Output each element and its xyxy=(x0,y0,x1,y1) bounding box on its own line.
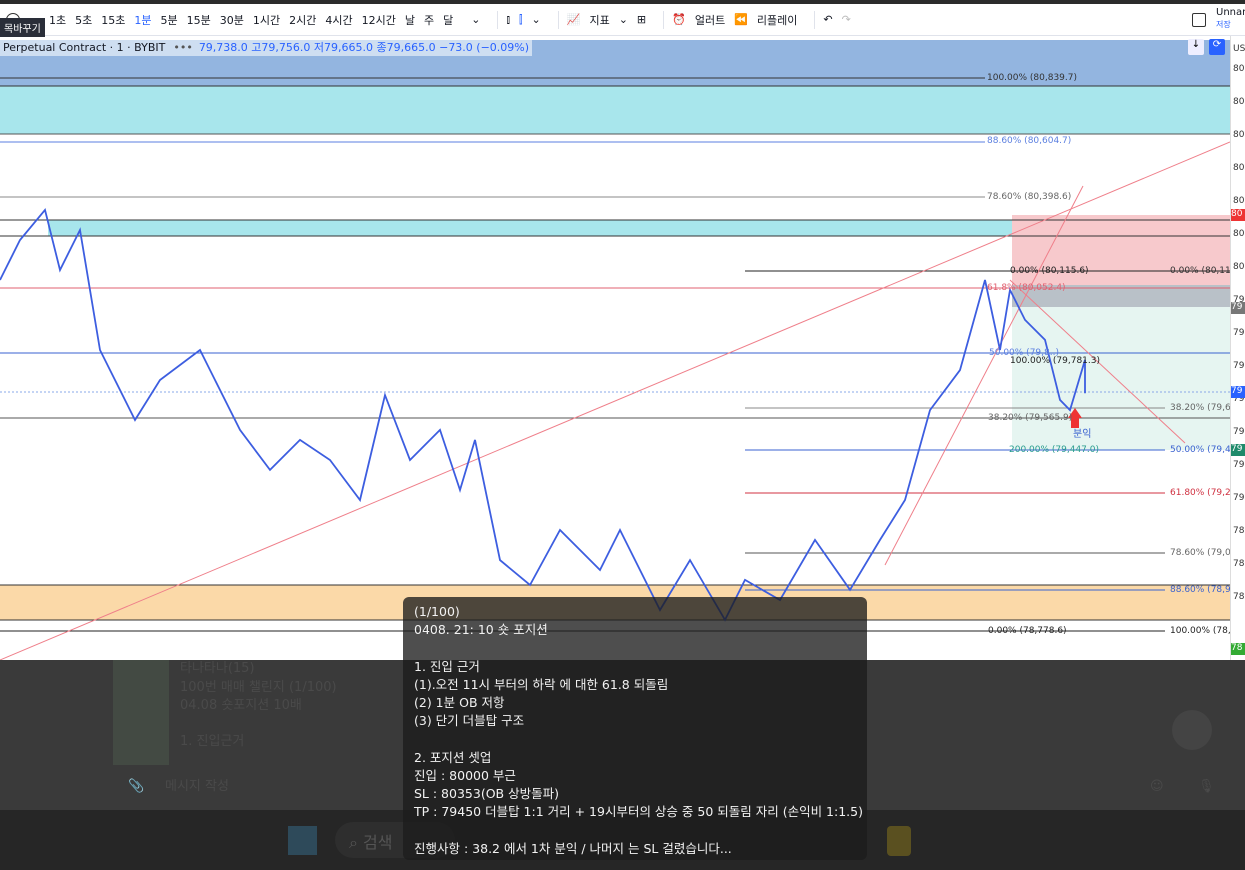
axis-label: 78 xyxy=(1233,526,1245,536)
more-icon[interactable]: ••• xyxy=(173,41,192,54)
fib-label: 0.00% (80,115.6) xyxy=(1010,266,1089,276)
interval-5[interactable]: 15분 xyxy=(187,12,211,28)
redo-icon[interactable]: ↷ xyxy=(842,13,851,26)
axis-label: 79 xyxy=(1233,328,1245,338)
sync-button[interactable]: ⟳ xyxy=(1209,39,1225,55)
fib-label: 88.60% (80,604.7) xyxy=(987,136,1072,146)
kakaotalk-icon[interactable] xyxy=(887,826,911,856)
chat-line: 100번 매매 챌린지 (1/100) xyxy=(180,680,337,695)
axis-label: 80 xyxy=(1233,64,1245,74)
chevron-down-icon[interactable]: ⌄ xyxy=(471,13,480,26)
ohlc-values: 79,738.0 고79,756.0 저79,665.0 종79,665.0 −… xyxy=(198,41,530,54)
windows-start-icon[interactable] xyxy=(288,826,317,855)
axis-label: 79 xyxy=(1233,460,1245,470)
axis-label: 78 xyxy=(1233,592,1245,602)
price-chart[interactable]: 100.00% (80,839.7) 88.60% (80,604.7) 78.… xyxy=(0,36,1230,660)
fib-label: 88.60% (78,932 xyxy=(1170,585,1230,595)
chevron-down-icon[interactable]: ⌄ xyxy=(619,13,628,26)
fib-label: 38.20% (79,565.9) xyxy=(988,413,1073,423)
price-tag: 78 xyxy=(1231,643,1245,655)
divider xyxy=(557,10,559,29)
target-zone xyxy=(1012,307,1230,450)
currency-label: US xyxy=(1233,44,1245,54)
chart-toolbar: 1초 5초 15초 1분 5분 15분 30분 1시간 2시간 4시간 12시간 날 주 달 ⌄ ⫾ ⫿ … xyxy=(0,4,1245,36)
axis-label: 80 xyxy=(1233,196,1245,206)
candle-style-icon[interactable]: ⫿ xyxy=(519,13,523,27)
interval-1[interactable]: 5초 xyxy=(75,12,92,28)
axis-label: 80 xyxy=(1233,97,1245,107)
caption-popup: (1/100) 0408. 21: 10 숏 포지션 1. 진입 근거 (1).… xyxy=(403,597,867,860)
fib-label: 78.60% (79,065 xyxy=(1170,548,1230,558)
interval-10[interactable]: 12시간 xyxy=(362,12,396,28)
axis-label: 79 xyxy=(1233,361,1245,371)
fib-label: 61.8% (80,052.4) xyxy=(987,283,1066,293)
layout-grid-icon[interactable]: ⊞ xyxy=(637,13,646,26)
price-tag: 79 xyxy=(1231,302,1245,314)
fib-label: 61.80% (79,290 xyxy=(1170,488,1230,498)
interval-9[interactable]: 4시간 xyxy=(325,12,352,28)
fib-label: 78.60% (80,398.6) xyxy=(987,192,1072,202)
fib-label: 38.20% (79,605 xyxy=(1170,403,1230,413)
layout-name[interactable]: Unnam저장 xyxy=(1216,7,1245,31)
scroll-down-chat-button[interactable] xyxy=(1172,710,1212,750)
chat-line: 04.08 숏포지션 10배 xyxy=(180,698,302,713)
fib-label: 100.00% (78,78 xyxy=(1170,626,1230,636)
axis-label: 78 xyxy=(1233,559,1245,569)
interval-7[interactable]: 1시간 xyxy=(253,12,280,28)
emoji-icon[interactable]: ☺ xyxy=(1150,778,1164,796)
fib-label: 100.00% (79,781.3) xyxy=(1010,356,1101,366)
microphone-icon[interactable]: 🎙 xyxy=(1198,778,1215,796)
undo-icon[interactable]: ↶ xyxy=(823,13,832,26)
divider xyxy=(814,10,816,29)
axis-label: 80 xyxy=(1233,130,1245,140)
fib-label: 50.00% (79,447 xyxy=(1170,445,1230,455)
bar-style-icon[interactable]: ⫾ xyxy=(506,13,510,27)
scroll-down-button[interactable]: ↓ xyxy=(1188,39,1204,55)
symbol-legend: Perpetual Contract · 1 · BYBIT ••• 79,73… xyxy=(0,38,533,56)
fib-label: 0.00% (78,778.6) xyxy=(988,626,1067,636)
interval-8[interactable]: 2시간 xyxy=(289,12,316,28)
rewind-icon[interactable]: ⏪ xyxy=(734,13,748,26)
attach-icon[interactable]: 📎 xyxy=(128,778,144,796)
price-tag: 79 xyxy=(1231,444,1245,456)
price-axis[interactable]: US 80 80 80 80 80 80 80 79 79 79 79 79 79 79 78 78 78 xyxy=(1230,36,1245,660)
interval-4[interactable]: 5분 xyxy=(161,12,178,28)
fib-label: 200.00% (79,447.0) xyxy=(1009,445,1100,455)
chat-sender: 타나타나(15) xyxy=(180,661,255,676)
alert-button[interactable]: 얼러트 xyxy=(695,12,725,28)
ob-zone-cyan xyxy=(0,86,1230,134)
axis-label: 79 xyxy=(1233,427,1245,437)
fullscreen-checkbox[interactable] xyxy=(1192,12,1206,27)
interval-3[interactable]: 1분 xyxy=(134,12,151,28)
tooltip: 목바꾸기 xyxy=(0,18,45,37)
symbol-name[interactable]: Perpetual Contract · 1 · BYBIT xyxy=(3,41,165,54)
chat-line: 1. 진입근거 xyxy=(180,734,245,749)
price-tag: 79 xyxy=(1231,386,1245,398)
indicators-icon[interactable]: 📈 xyxy=(567,13,581,26)
interval-6[interactable]: 30분 xyxy=(220,12,244,28)
annotation-label: 분익 xyxy=(1073,429,1092,440)
divider xyxy=(497,10,499,29)
interval-list: 1초 5초 15초 1분 5분 15분 30분 1시간 2시간 4시간 12시간 날 주 달 xyxy=(49,12,462,28)
indicators-button[interactable]: 지표 xyxy=(589,12,609,28)
alarm-icon[interactable]: ⏰ xyxy=(672,13,686,26)
fib-label: 100.00% (80,839.7) xyxy=(987,73,1078,83)
interval-0[interactable]: 1초 xyxy=(49,12,66,28)
message-input[interactable]: 메시지 작성 xyxy=(165,778,229,796)
price-tag: 80 xyxy=(1231,209,1245,221)
axis-label: 80 xyxy=(1233,229,1245,239)
divider xyxy=(663,10,665,29)
replay-button[interactable]: 리플레이 xyxy=(757,12,797,28)
interval-11[interactable]: 날 xyxy=(405,12,415,28)
interval-2[interactable]: 15초 xyxy=(101,12,125,28)
chevron-down-icon[interactable]: ⌄ xyxy=(532,13,541,26)
fib-label: 0.00% (80,115.6 xyxy=(1170,266,1230,276)
axis-label: 80 xyxy=(1233,262,1245,272)
interval-12[interactable]: 주 xyxy=(424,12,434,28)
chat-thumbnail xyxy=(113,660,169,765)
axis-label: 79 xyxy=(1233,493,1245,503)
axis-label: 80 xyxy=(1233,163,1245,173)
interval-13[interactable]: 달 xyxy=(443,12,453,28)
